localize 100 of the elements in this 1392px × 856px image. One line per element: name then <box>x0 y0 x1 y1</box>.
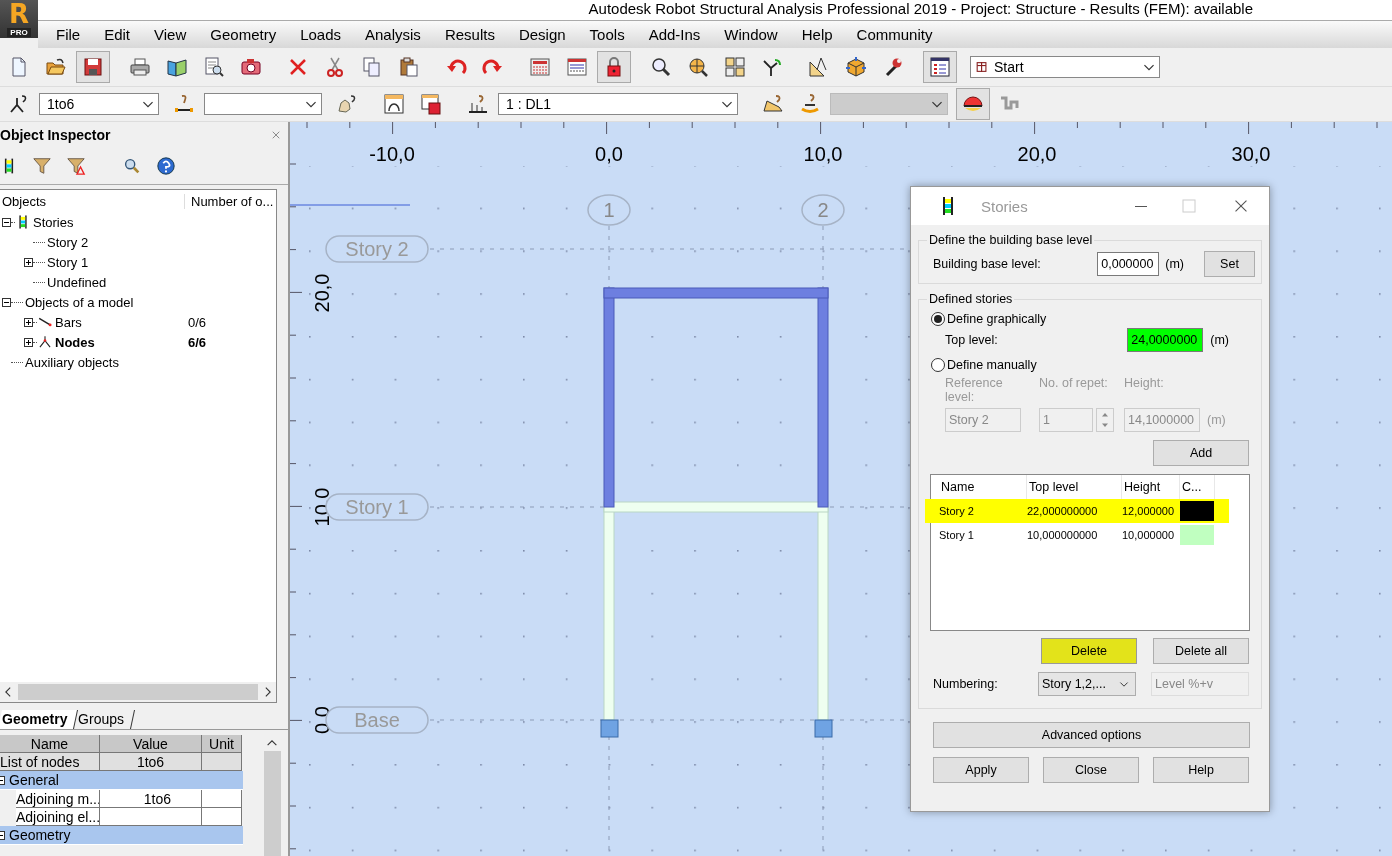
nodes-icon <box>37 334 53 350</box>
menu-item[interactable]: Loads <box>288 25 353 43</box>
field-label: Building base level: <box>932 257 1042 271</box>
support-node <box>814 719 833 738</box>
radio-button[interactable] <box>931 312 945 326</box>
radio-button[interactable] <box>931 358 945 372</box>
menu-item[interactable]: Design <box>506 25 578 43</box>
numbering-dropdown[interactable]: Story 1,2,... <box>1038 672 1136 696</box>
menu-item[interactable]: Geometry <box>198 25 289 43</box>
tree-item[interactable]: Story 1 <box>45 254 89 270</box>
scrollbar-thumb[interactable] <box>18 684 258 700</box>
cube-icon <box>845 56 867 78</box>
tree-item[interactable]: Bars <box>53 314 82 330</box>
table-cell-text: Story 2 <box>939 505 975 517</box>
dropdown[interactable]: Start <box>970 56 1160 78</box>
menu-item[interactable]: Edit <box>92 25 143 43</box>
delete-button[interactable]: Delete <box>1041 638 1137 664</box>
bar-query-icon <box>173 93 195 115</box>
table-cell: Adjoining el... <box>16 808 100 826</box>
tab[interactable]: Groups <box>74 710 136 729</box>
color-swatch[interactable] <box>1180 525 1214 545</box>
menu-item[interactable]: Results <box>432 25 507 43</box>
column-header: Value <box>100 735 202 753</box>
unit-label: (m) <box>1165 257 1184 271</box>
column-header[interactable]: Objects <box>0 193 185 209</box>
column-header: Name <box>0 735 100 753</box>
column-header[interactable]: Number of o... <box>185 193 274 209</box>
dialog-button[interactable]: Apply <box>933 757 1029 783</box>
base-level-field[interactable]: 0,000000 <box>1097 252 1160 276</box>
dialog-button[interactable]: Help <box>1153 757 1249 783</box>
open-folder-icon <box>45 56 67 78</box>
menu-item[interactable]: Add-Ins <box>636 25 713 43</box>
table-cell <box>202 790 242 808</box>
radio-label[interactable]: Define manually <box>947 358 1037 372</box>
table-cell: 1to6 <box>100 790 202 808</box>
menu-item[interactable]: File <box>44 25 93 43</box>
tree-item[interactable]: Objects of a model <box>23 294 134 310</box>
support-node <box>600 719 619 738</box>
list-window-icon <box>929 56 951 78</box>
property-group[interactable]: General <box>0 771 243 790</box>
axis-label: 0,0 <box>595 143 623 165</box>
book-icon <box>166 56 188 78</box>
menu-item[interactable]: Window <box>712 25 790 43</box>
panel-title: Object Inspector <box>0 127 111 143</box>
dialog-button[interactable]: Close <box>1043 757 1139 783</box>
lock-button[interactable] <box>597 51 631 83</box>
field-label: Reference level: <box>945 376 1004 404</box>
group-title: Define the building base level <box>928 233 1094 247</box>
dialog-title: Stories <box>981 197 1029 215</box>
top-level-field[interactable]: 24,0000000 <box>1127 328 1204 352</box>
table-cell <box>202 808 242 826</box>
radio-label[interactable]: Define graphically <box>947 312 1047 326</box>
delete-all-button[interactable]: Delete all <box>1153 638 1249 664</box>
close-icon <box>270 129 282 141</box>
printer-icon <box>129 56 151 78</box>
axis-label: -10,0 <box>369 143 415 165</box>
group-title: Defined stories <box>928 292 1014 306</box>
set-button[interactable]: Set <box>1204 251 1255 277</box>
dropdown[interactable]: 1 : DL1 <box>498 93 738 115</box>
tree-item[interactable]: Auxiliary objects <box>23 354 119 370</box>
app-logo[interactable]: R PRO <box>0 0 38 38</box>
table-cell-text: 22,000000000 <box>1027 505 1099 517</box>
help-icon <box>156 156 176 176</box>
color-swatch[interactable] <box>1180 501 1214 521</box>
tab[interactable]: Geometry <box>0 710 79 729</box>
expand-box-icon[interactable] <box>24 257 33 267</box>
dome-button[interactable] <box>956 88 990 120</box>
object-count: 6/6 <box>188 334 207 350</box>
menu-item[interactable]: Analysis <box>353 25 433 43</box>
menu-item[interactable]: Help <box>789 25 845 43</box>
tree-item[interactable]: Undefined <box>45 274 107 290</box>
tree-item[interactable]: Stories <box>31 214 74 230</box>
story-row[interactable]: Story 2 22,000000000 12,000000 <box>925 499 1229 523</box>
table-cell-text: 10,000000 <box>1122 529 1175 541</box>
filter-icon <box>32 156 52 176</box>
advanced-options-button[interactable]: Advanced options <box>933 722 1250 748</box>
scissors-icon <box>324 56 346 78</box>
search-icon <box>122 156 142 176</box>
window-save-icon <box>420 93 442 115</box>
expand-box-icon[interactable] <box>24 337 33 347</box>
window-title: Autodesk Robot Structural Analysis Professional 2019 - Project: Structure - Results (FEM): available <box>588 0 1253 19</box>
branch-icon <box>761 56 783 78</box>
scrollbar-thumb[interactable] <box>263 751 281 856</box>
dropdown[interactable]: 1to6 <box>39 93 159 115</box>
filter-clear-icon <box>66 156 86 176</box>
tree-item[interactable]: Story 2 <box>45 234 89 250</box>
menu-item[interactable]: View <box>142 25 199 43</box>
list-window-button[interactable] <box>923 51 957 83</box>
expand-box-icon[interactable] <box>24 317 33 327</box>
maximize-icon <box>1183 200 1195 212</box>
story-row[interactable]: Story 1 10,000000000 10,000000 <box>931 523 1249 547</box>
menu-item[interactable]: Community <box>844 25 945 43</box>
tree-item[interactable]: Nodes <box>53 334 95 350</box>
menu-item[interactable]: Tools <box>577 25 637 43</box>
save-disk-button[interactable] <box>76 51 110 83</box>
property-group[interactable]: Geometry <box>0 826 243 845</box>
table-cell: Adjoining m... <box>16 790 100 808</box>
story-level-label: Story 2 <box>325 235 429 263</box>
collapse-box-icon[interactable] <box>2 217 11 227</box>
collapse-box-icon[interactable] <box>2 297 11 307</box>
